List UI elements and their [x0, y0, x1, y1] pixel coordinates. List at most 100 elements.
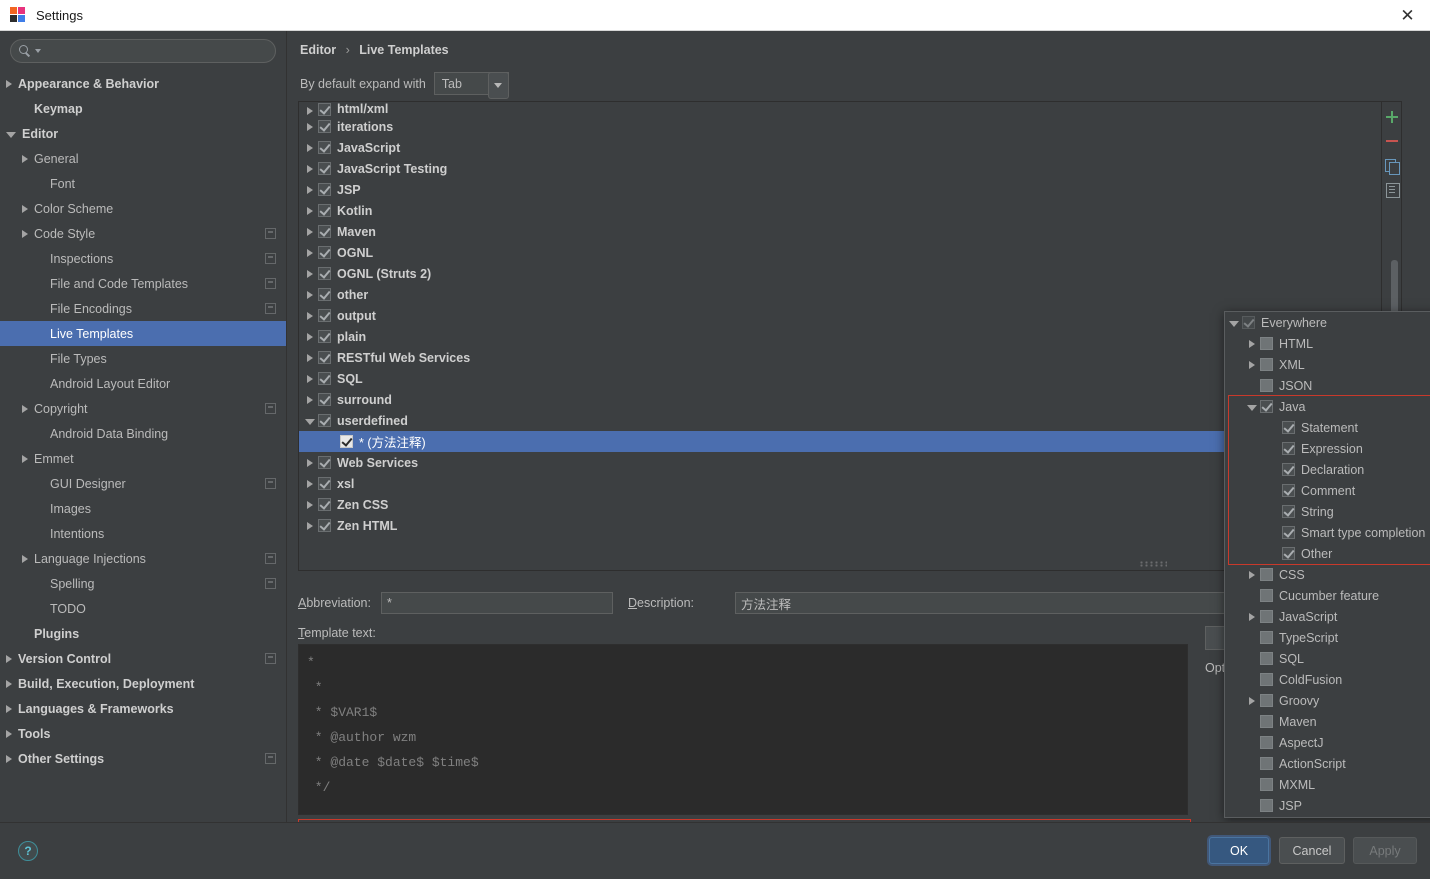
context-item[interactable]: JSP [1225, 795, 1430, 816]
chevron-right-icon[interactable] [305, 500, 315, 510]
chevron-right-icon[interactable] [305, 164, 315, 174]
sidebar-item-intentions[interactable]: Intentions [0, 521, 286, 546]
chevron-right-icon[interactable] [1247, 339, 1257, 349]
help-icon[interactable]: ? [18, 841, 38, 861]
sidebar-item-copyright[interactable]: Copyright [0, 396, 286, 421]
template-group-checkbox[interactable] [318, 204, 331, 217]
template-group-row[interactable]: * (方法注释) [299, 431, 1382, 452]
template-group-row[interactable]: Zen HTML [299, 515, 1382, 536]
chevron-right-icon[interactable] [6, 679, 12, 688]
chevron-right-icon[interactable] [305, 290, 315, 300]
template-group-row[interactable]: xsl [299, 473, 1382, 494]
sidebar-item-inspections[interactable]: Inspections [0, 246, 286, 271]
chevron-right-icon[interactable] [305, 227, 315, 237]
search-input[interactable] [45, 44, 267, 58]
context-checkbox[interactable] [1260, 715, 1273, 728]
template-group-checkbox[interactable] [318, 162, 331, 175]
chevron-right-icon[interactable] [305, 269, 315, 279]
chevron-right-icon[interactable] [1247, 612, 1257, 622]
template-group-checkbox[interactable] [318, 456, 331, 469]
context-checkbox[interactable] [1282, 547, 1295, 560]
chevron-right-icon[interactable] [305, 458, 315, 468]
template-group-row[interactable]: plain [299, 326, 1382, 347]
resize-grip[interactable] [1139, 561, 1167, 568]
context-checkbox[interactable] [1260, 379, 1273, 392]
ok-button[interactable]: OK [1209, 837, 1269, 864]
template-tree[interactable]: html/xml iterations JavaScript JavaScript T… [299, 102, 1382, 570]
context-item[interactable]: Maven [1225, 711, 1430, 732]
context-item[interactable]: XML [1225, 354, 1430, 375]
sidebar-item-gui-designer[interactable]: GUI Designer [0, 471, 286, 496]
copy-icon[interactable] [1384, 157, 1400, 175]
context-checkbox[interactable] [1282, 505, 1295, 518]
chevron-right-icon[interactable] [305, 374, 315, 384]
list-icon[interactable] [1384, 181, 1400, 198]
chevron-right-icon[interactable] [305, 206, 315, 216]
sidebar-item-other-settings[interactable]: Other Settings [0, 746, 286, 771]
breadcrumb-parent[interactable]: Editor [300, 43, 336, 57]
context-item[interactable]: HTML [1225, 333, 1430, 354]
template-group-row[interactable]: JavaScript [299, 137, 1382, 158]
sidebar-item-appearance-behavior[interactable]: Appearance & Behavior [0, 71, 286, 96]
search-box[interactable] [10, 39, 276, 63]
template-group-checkbox[interactable] [318, 141, 331, 154]
template-group-row[interactable]: OGNL [299, 242, 1382, 263]
context-checkbox[interactable] [1282, 484, 1295, 497]
context-item[interactable]: SQL [1225, 648, 1430, 669]
chevron-right-icon[interactable] [305, 106, 315, 116]
context-item[interactable]: AspectJ [1225, 732, 1430, 753]
chevron-right-icon[interactable] [305, 248, 315, 258]
template-group-row[interactable]: output [299, 305, 1382, 326]
chevron-down-icon[interactable] [487, 72, 509, 99]
template-group-checkbox[interactable] [318, 351, 331, 364]
chevron-right-icon[interactable] [22, 154, 28, 163]
context-item[interactable]: TypeScript [1225, 627, 1430, 648]
chevron-right-icon[interactable] [305, 395, 315, 405]
sidebar-item-font[interactable]: Font [0, 171, 286, 196]
context-item[interactable]: JSON [1225, 375, 1430, 396]
chevron-right-icon[interactable] [1247, 570, 1257, 580]
chevron-down-icon[interactable] [305, 416, 315, 426]
chevron-right-icon[interactable] [1247, 696, 1257, 706]
context-checkbox[interactable] [1260, 652, 1273, 665]
context-checkbox[interactable] [1282, 463, 1295, 476]
context-checkbox[interactable] [1260, 778, 1273, 791]
expand-default-combo[interactable]: Tab [433, 72, 509, 99]
template-group-row[interactable]: OGNL (Struts 2) [299, 263, 1382, 284]
sidebar-item-images[interactable]: Images [0, 496, 286, 521]
template-group-row[interactable]: SQL [299, 368, 1382, 389]
add-icon[interactable] [1384, 109, 1400, 125]
template-group-row[interactable]: other [299, 284, 1382, 305]
template-group-row[interactable]: html/xml [299, 102, 1382, 116]
chevron-right-icon[interactable] [6, 754, 12, 763]
chevron-right-icon[interactable] [305, 479, 315, 489]
template-group-checkbox[interactable] [318, 372, 331, 385]
sidebar-item-color-scheme[interactable]: Color Scheme [0, 196, 286, 221]
chevron-right-icon[interactable] [6, 704, 12, 713]
template-group-checkbox[interactable] [318, 498, 331, 511]
template-group-checkbox[interactable] [318, 330, 331, 343]
context-checkbox[interactable] [1260, 337, 1273, 350]
chevron-right-icon[interactable] [6, 79, 12, 88]
template-group-checkbox[interactable] [318, 225, 331, 238]
template-group-checkbox[interactable] [340, 435, 353, 448]
remove-icon[interactable] [1384, 133, 1400, 149]
sidebar-item-spelling[interactable]: Spelling [0, 571, 286, 596]
sidebar-item-file-types[interactable]: File Types [0, 346, 286, 371]
context-item[interactable]: CSS [1225, 564, 1430, 585]
context-item[interactable]: Expression [1225, 438, 1430, 459]
chevron-right-icon[interactable] [6, 654, 12, 663]
template-group-row[interactable]: iterations [299, 116, 1382, 137]
chevron-right-icon[interactable] [305, 311, 315, 321]
template-group-row[interactable]: surround [299, 389, 1382, 410]
chevron-right-icon[interactable] [6, 729, 12, 738]
chevron-right-icon[interactable] [22, 554, 28, 563]
chevron-right-icon[interactable] [305, 332, 315, 342]
close-icon[interactable]: ✕ [1385, 0, 1430, 31]
chevron-down-icon[interactable] [1247, 402, 1257, 412]
template-group-checkbox[interactable] [318, 519, 331, 532]
context-checkbox[interactable] [1260, 673, 1273, 686]
chevron-right-icon[interactable] [305, 143, 315, 153]
context-checkbox[interactable] [1282, 442, 1295, 455]
chevron-down-icon[interactable] [35, 49, 41, 53]
